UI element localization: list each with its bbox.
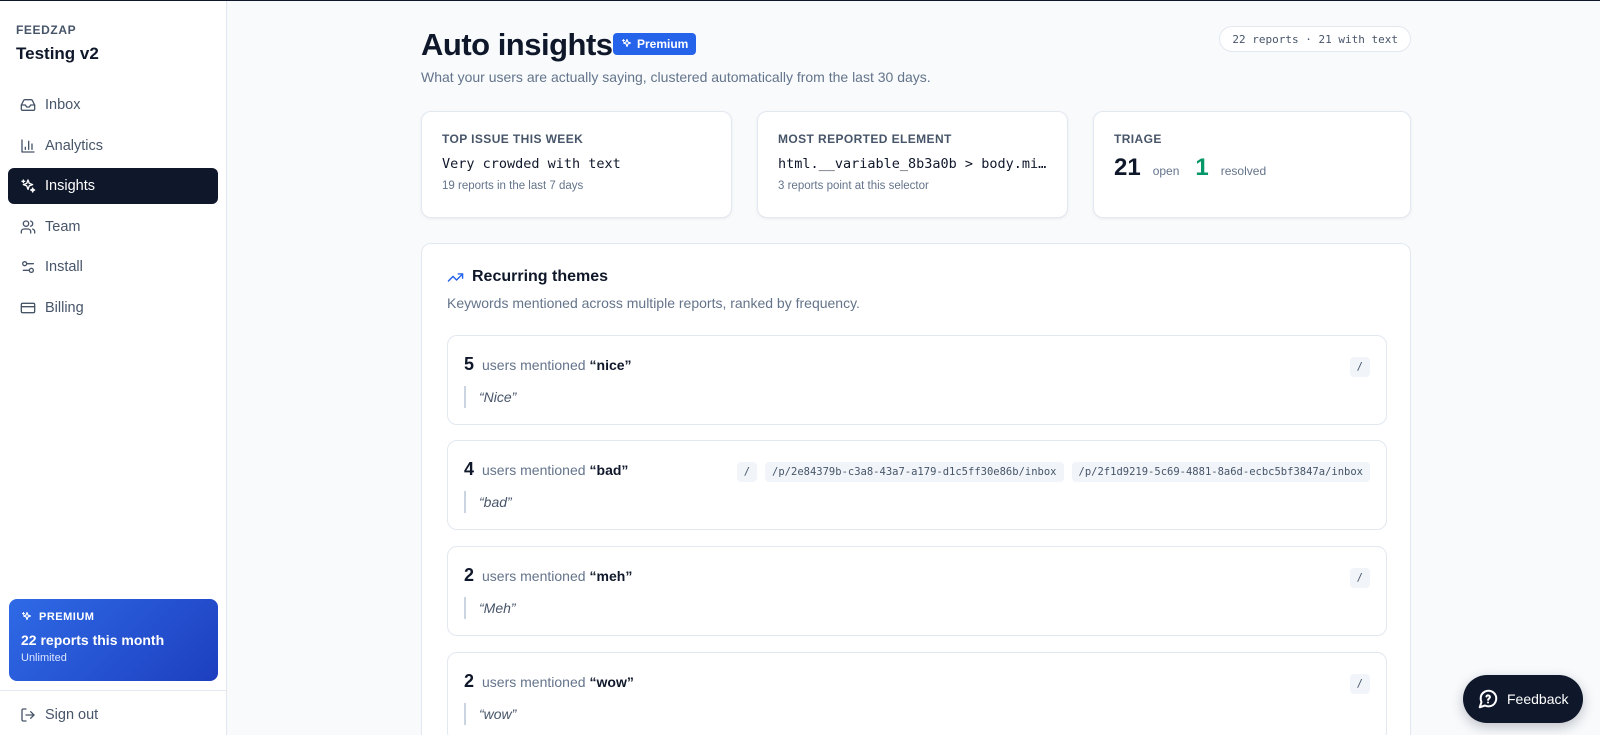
feedback-button[interactable]: Feedback (1463, 675, 1583, 723)
premium-tag: PREMIUM (21, 611, 206, 623)
sidebar-item-label: Install (45, 259, 83, 275)
themes-subtitle: Keywords mentioned across multiple repor… (447, 295, 860, 311)
premium-badge-label: Premium (637, 37, 689, 51)
premium-tag-label: PREMIUM (39, 611, 95, 623)
most-reported-selector: html.__variable_8b3a0b > body.min-… (778, 156, 1047, 172)
premium-card[interactable]: PREMIUM 22 reports this month Unlimited (9, 599, 218, 681)
sidebar-item-label: Inbox (45, 97, 81, 113)
sparkles-icon (21, 611, 32, 621)
path-tag[interactable]: / (1349, 568, 1370, 588)
premium-reports-count: 22 reports this month (21, 632, 165, 648)
sidebar: FEEDZAP Testing v2 Inbox Analytics Insig… (0, 1, 227, 735)
theme-count: 4 (464, 459, 475, 479)
theme-card[interactable]: 5 users mentioned “nice” “Nice” / (447, 335, 1387, 425)
open-count: 21 (1114, 154, 1141, 181)
theme-keyword: “wow” (589, 674, 634, 690)
path-tag[interactable]: / (1349, 357, 1370, 377)
project-name[interactable]: Testing v2 (16, 44, 99, 64)
sidebar-nav: Inbox Analytics Insights Team Install Bi… (8, 87, 218, 330)
log-out-icon (21, 708, 35, 722)
path-tag[interactable]: / (736, 462, 758, 482)
theme-path-tags: / (1342, 674, 1370, 694)
most-reported-element-card[interactable]: MOST REPORTED ELEMENT html.__variable_8b… (757, 111, 1068, 218)
settings-sliders-icon (20, 259, 36, 275)
themes-header: Recurring themes (447, 268, 1385, 286)
sparkles-icon (621, 38, 632, 48)
theme-keyword: “nice” (589, 357, 632, 373)
resolved-label: resolved (1220, 164, 1267, 178)
trending-up-icon (447, 272, 464, 282)
sidebar-item-label: Team (45, 218, 81, 235)
top-issue-card[interactable]: TOP ISSUE THIS WEEK Very crowded with te… (421, 111, 732, 218)
sidebar-item-insights[interactable]: Insights (8, 168, 218, 204)
theme-mid-text: users mentioned (482, 568, 586, 584)
theme-quote: “Nice” (464, 386, 1370, 408)
premium-badge: Premium (613, 33, 697, 55)
theme-card[interactable]: 2 users mentioned “meh” “Meh” / (447, 546, 1387, 636)
sidebar-item-billing[interactable]: Billing (8, 290, 218, 326)
sidebar-divider (0, 690, 227, 691)
page-title: Auto insights (421, 27, 613, 62)
premium-plan-limit: Unlimited (21, 652, 67, 664)
triage-counts: 21 open 1 resolved (1114, 154, 1390, 182)
sparkles-icon (20, 178, 36, 194)
open-label: open (1152, 164, 1180, 178)
bar-chart-icon (20, 138, 36, 154)
theme-path-tags: / (1342, 568, 1370, 588)
sign-out-button[interactable]: Sign out (20, 707, 98, 723)
stat-label: MOST REPORTED ELEMENT (778, 132, 952, 146)
theme-count: 5 (464, 354, 475, 374)
most-reported-sub: 3 reports point at this selector (778, 180, 929, 192)
theme-card[interactable]: 4 users mentioned “bad” “bad” / /p/2e843… (447, 440, 1387, 530)
theme-mid-text: users mentioned (482, 357, 586, 373)
theme-mid-text: users mentioned (482, 462, 586, 478)
theme-quote: “bad” (464, 491, 1370, 513)
feedback-label: Feedback (1507, 691, 1569, 707)
theme-path-tags: / /p/2e84379b-c3a8-43a7-a179-d1c5ff30e86… (729, 462, 1370, 482)
theme-count: 2 (464, 671, 475, 691)
stat-label: TRIAGE (1114, 132, 1162, 146)
recurring-themes-panel: Recurring themes Keywords mentioned acro… (421, 243, 1411, 735)
inbox-icon (20, 97, 36, 113)
path-tag[interactable]: / (1349, 674, 1370, 694)
sidebar-item-analytics[interactable]: Analytics (8, 128, 218, 164)
top-issue-value: Very crowded with text (442, 156, 621, 172)
sidebar-item-label: Billing (45, 299, 84, 316)
theme-count: 2 (464, 565, 475, 585)
sidebar-item-label: Insights (45, 178, 95, 194)
sidebar-item-inbox[interactable]: Inbox (8, 87, 218, 123)
path-tag[interactable]: /p/2e84379b-c3a8-43a7-a179-d1c5ff30e86b/… (765, 462, 1064, 482)
triage-card[interactable]: TRIAGE 21 open 1 resolved (1093, 111, 1411, 218)
theme-quote: “wow” (464, 703, 1370, 725)
stat-label: TOP ISSUE THIS WEEK (442, 132, 584, 146)
themes-title: Recurring themes (472, 268, 609, 285)
report-count-pill: 22 reports · 21 with text (1219, 26, 1411, 52)
theme-card[interactable]: 2 users mentioned “wow” “wow” / (447, 652, 1387, 735)
theme-path-tags: / (1342, 357, 1370, 377)
credit-card-icon (20, 300, 36, 316)
sign-out-label: Sign out (45, 707, 99, 723)
users-icon (20, 219, 36, 235)
page-subtitle: What your users are actually saying, clu… (421, 69, 931, 85)
help-circle-icon (1478, 689, 1498, 709)
sidebar-item-install[interactable]: Install (8, 249, 218, 285)
theme-quote: “Meh” (464, 597, 1370, 619)
theme-keyword: “meh” (589, 568, 633, 584)
top-issue-sub: 19 reports in the last 7 days (442, 180, 584, 192)
path-tag[interactable]: /p/2f1d9219-5c69-4881-8a6d-ecbc5bf3847a/… (1071, 462, 1370, 482)
theme-keyword: “bad” (589, 462, 629, 478)
theme-mid-text: users mentioned (482, 674, 586, 690)
resolved-count: 1 (1195, 154, 1209, 181)
brand-name: FEEDZAP (16, 23, 77, 37)
sidebar-item-label: Analytics (45, 137, 104, 154)
sidebar-item-team[interactable]: Team (8, 209, 218, 245)
